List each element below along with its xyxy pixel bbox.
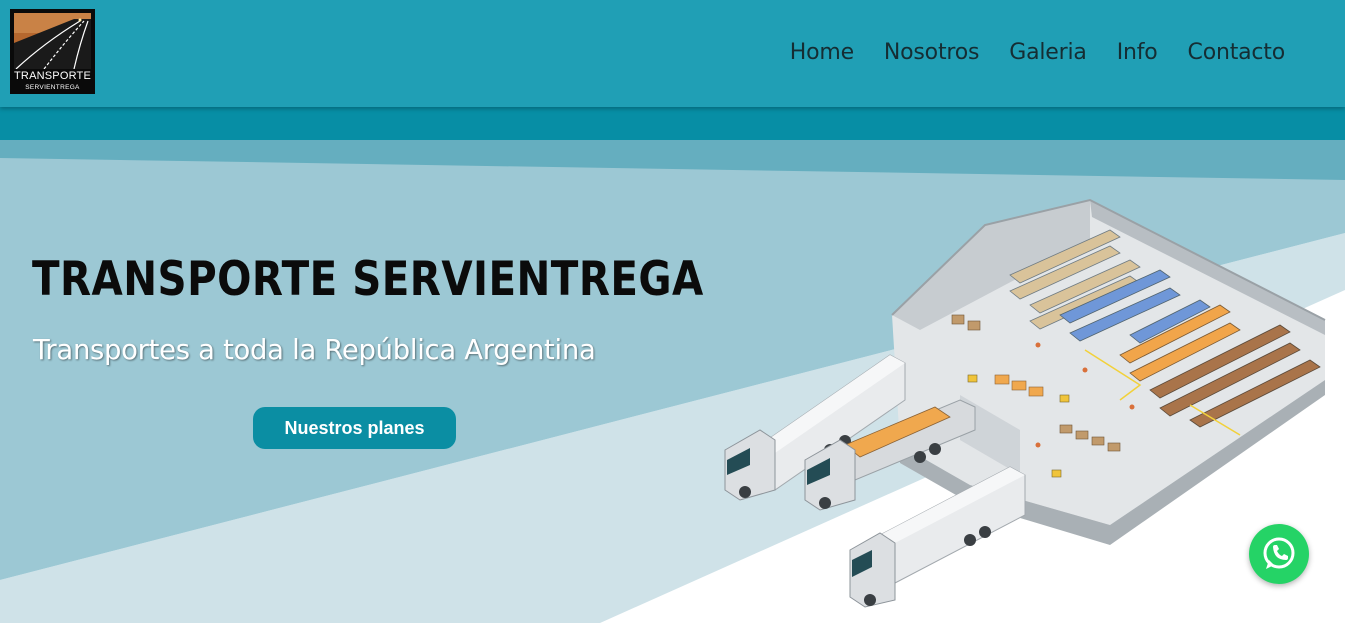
nav-galeria[interactable]: Galeria [1009,40,1087,65]
site-header: TRANSPORTE SERVIENTREGA Home Nosotros Ga… [0,0,1345,107]
brand-logo[interactable]: TRANSPORTE SERVIENTREGA [10,9,95,94]
hero-subtitle: Transportes a toda la República Argentin… [33,333,596,366]
nuestros-planes-button[interactable]: Nuestros planes [253,407,456,449]
whatsapp-icon [1263,537,1295,569]
main-nav: Home Nosotros Galeria Info Contacto [790,40,1285,65]
logo-subtitle: SERVIENTREGA [25,84,80,91]
nav-info[interactable]: Info [1117,40,1158,65]
logo-title: TRANSPORTE [14,70,91,82]
warehouse-illustration [724,198,1326,608]
truck-3 [849,466,1026,608]
nav-home[interactable]: Home [790,40,854,65]
road-logo-icon [14,13,91,69]
nav-contacto[interactable]: Contacto [1188,40,1286,65]
whatsapp-button[interactable] [1249,524,1309,584]
nav-nosotros[interactable]: Nosotros [884,40,980,65]
hero-title: TRANSPORTE SERVIENTREGA [32,252,704,307]
